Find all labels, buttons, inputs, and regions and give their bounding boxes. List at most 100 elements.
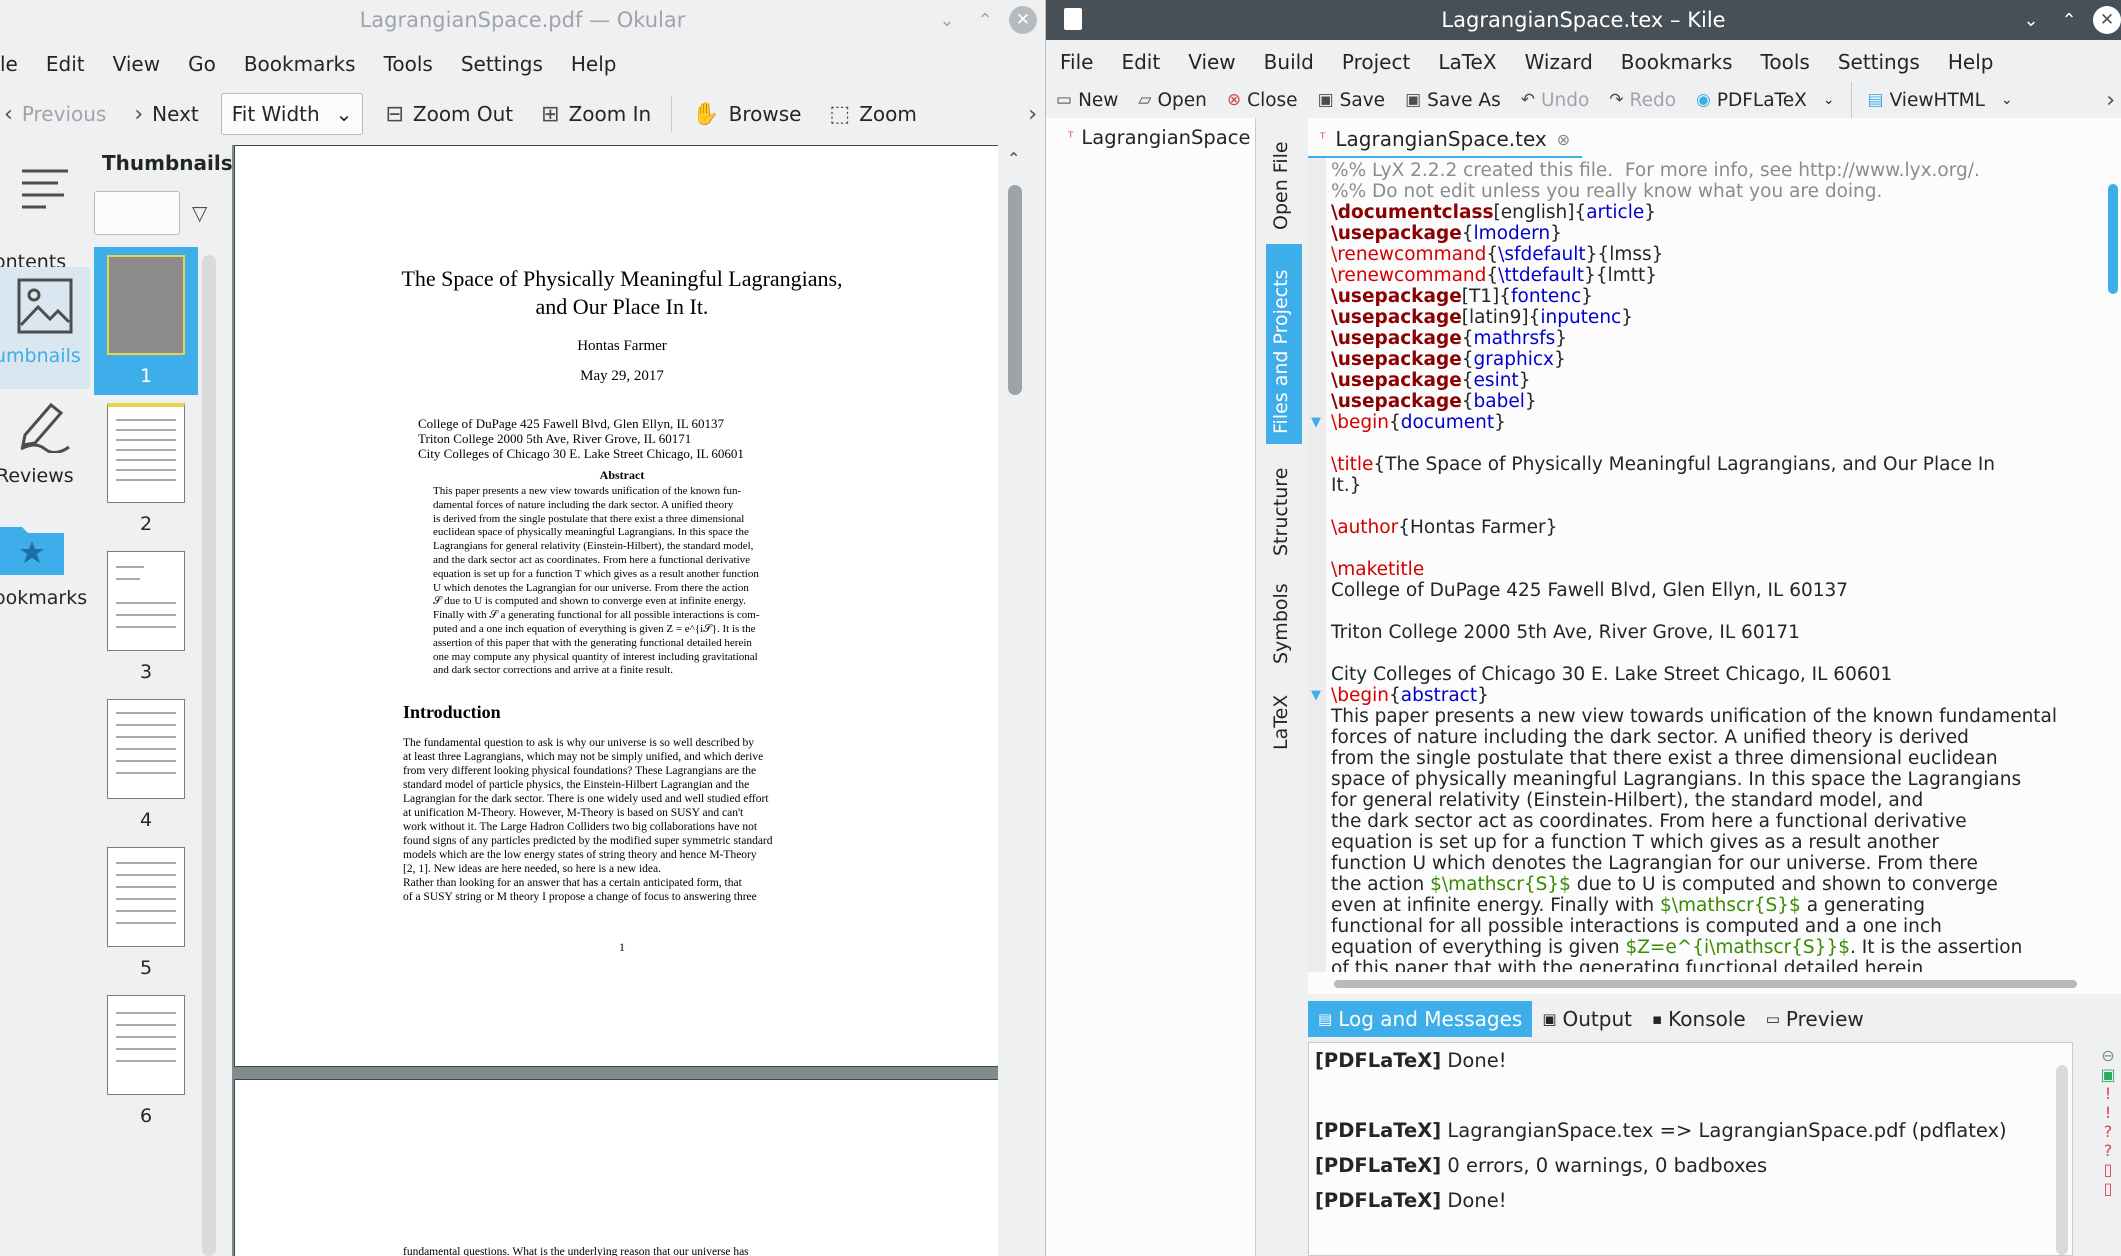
vtab-symbols[interactable]: Symbols [1266,568,1302,676]
thumbnail-page-5[interactable]: 5 [94,839,198,987]
editor-scrollbar[interactable] [2105,158,2121,938]
menu-help[interactable]: Help [1934,50,2008,74]
zoom-tool-button[interactable]: ⬚ Zoom [815,92,930,136]
thumbnails-scrollbar[interactable] [202,255,216,1256]
zoom-in-button[interactable]: ⊞ Zoom In [527,92,665,136]
viewhtml-button[interactable]: ▤ ViewHTML ⌄ [1858,78,2023,122]
minimize-icon[interactable]: ⌄ [933,6,961,34]
fold-toggle-icon[interactable]: ▼ [1311,412,1321,433]
warning-icon[interactable]: ! [2095,1084,2121,1103]
chevron-down-icon[interactable]: ⌄ [2001,92,2013,108]
code-token: \maketitle [1331,559,1425,580]
scrollbar-handle[interactable] [1008,185,1022,395]
save-button[interactable]: ▣ Save [1308,78,1395,122]
vtab-files-and-projects[interactable]: Files and Projects [1266,244,1302,444]
scrollbar-handle[interactable] [2108,184,2118,294]
help-icon[interactable]: ? [2095,1122,2121,1141]
code-line: \usepackage[T1]{fontenc} [1331,286,2099,307]
close-icon[interactable]: ✕ [2093,6,2121,34]
tab-output[interactable]: ▣ Output [1532,1001,1642,1037]
vtab-latex[interactable]: LaTeX [1266,678,1302,774]
pdflatex-button[interactable]: ◉ PDFLaTeX ⌄ [1686,78,1844,122]
hscrollbar-handle[interactable] [1334,980,2077,988]
paper-title-line-2: and Our Place In It. [535,294,709,319]
menu-settings[interactable]: Settings [1824,50,1934,74]
image-icon[interactable]: ▣ [2095,1065,2121,1084]
zoom-mode-select[interactable]: Fit Width ⌄ [220,93,364,135]
code-token: This paper presents a new view towards u… [1331,706,2058,727]
close-tab-icon[interactable]: ⊗ [1557,130,1570,149]
toolbar-overflow-button[interactable]: › [2100,78,2121,122]
thumbnails-search-input[interactable] [94,191,180,235]
side-tab-contents[interactable]: ontents [0,163,90,273]
collapse-icon[interactable]: ⊖ [2095,1046,2121,1065]
menu-latex[interactable]: LaTeX [1424,50,1510,74]
tab-preview[interactable]: ▭ Preview [1756,1001,1874,1037]
redo-button[interactable]: ↷ Redo [1599,78,1686,122]
menu-bookmarks[interactable]: Bookmarks [1607,50,1747,74]
code-line: \begin{abstract} [1331,685,2099,706]
menu-go[interactable]: Go [174,52,230,76]
editor-hscrollbar[interactable] [1326,978,2099,990]
vtab-structure[interactable]: Structure [1266,454,1302,560]
page-view-scrollbar[interactable]: ⌃ [998,145,1032,1256]
log-scrollbar[interactable] [2056,1065,2068,1255]
close-file-button[interactable]: ⊗ Close [1217,78,1308,122]
side-tab-thumbnails[interactable]: umbnails [0,267,90,389]
bookmark-icon[interactable]: ▯ [2095,1179,2121,1198]
menu-build[interactable]: Build [1250,50,1328,74]
thumbnail-page-3[interactable]: 3 [94,543,198,691]
scroll-up-icon[interactable]: ⌃ [1007,149,1020,168]
menu-settings[interactable]: Settings [447,52,557,76]
menu-view[interactable]: View [99,52,174,76]
bookmark-icon[interactable]: ▯ [2095,1160,2121,1179]
code-token: \usepackage [1331,223,1462,244]
fold-toggle-icon[interactable]: ▼ [1311,685,1321,706]
side-tab-bookmarks[interactable]: ookmarks [0,517,90,629]
thumbnail-page-1[interactable]: 1 [94,247,198,395]
menu-file[interactable]: le [0,52,32,76]
code-editor[interactable]: ▼ ▼ %% LyX 2.2.2 created this file. For … [1308,158,2099,972]
close-icon[interactable]: ✕ [1009,6,1037,34]
vtab-open-file[interactable]: Open File [1266,118,1302,236]
minimize-icon[interactable]: ⌄ [2017,6,2045,34]
undo-button[interactable]: ↶ Undo [1511,78,1600,122]
menu-help[interactable]: Help [557,52,631,76]
menu-edit[interactable]: Edit [1107,50,1174,74]
filter-icon[interactable]: ▽ [192,201,207,225]
previous-button[interactable]: ‹ Previous [0,92,120,136]
maximize-icon[interactable]: ⌃ [971,6,999,34]
save-as-button[interactable]: ▣ Save As [1395,78,1511,122]
menu-view[interactable]: View [1174,50,1249,74]
thumbnail-page-6[interactable]: 6 [94,987,198,1135]
new-button[interactable]: ▭ New [1046,78,1128,122]
menu-tools[interactable]: Tools [1747,50,1824,74]
tab-konsole[interactable]: ▪ Konsole [1642,1001,1756,1037]
chevron-down-icon[interactable]: ⌄ [1823,92,1835,108]
code-line: \usepackage{babel} [1331,391,2099,412]
browse-button[interactable]: ✋ Browse [678,92,815,136]
menu-file[interactable]: File [1046,50,1107,74]
code-token: even at infinite energy. Finally with [1331,895,1661,916]
menu-wizard[interactable]: Wizard [1511,50,1607,74]
error-icon[interactable]: ! [2095,1103,2121,1122]
tab-log-and-messages[interactable]: ▤ Log and Messages [1308,1001,1533,1037]
help-icon[interactable]: ? [2095,1141,2121,1160]
open-button[interactable]: ▱ Open [1128,78,1217,122]
code-token: } [1550,223,1562,244]
editor-tab[interactable]: ᵀ LagrangianSpace.tex ⊗ [1308,122,1583,158]
menu-bookmarks[interactable]: Bookmarks [230,52,370,76]
thumbnail-page-4[interactable]: 4 [94,691,198,839]
toolbar-overflow-button[interactable]: › [1014,92,1045,136]
menu-edit[interactable]: Edit [32,52,99,76]
zoom-out-icon: ⊟ [385,101,404,127]
zoom-out-button[interactable]: ⊟ Zoom Out [371,92,527,136]
toolbar-separator [671,96,673,132]
menu-tools[interactable]: Tools [370,52,447,76]
menu-project[interactable]: Project [1328,50,1424,74]
side-tab-reviews[interactable]: Reviews [0,397,90,509]
next-button[interactable]: › Next [120,92,212,136]
thumbnail-page-2[interactable]: 2 [94,395,198,543]
project-item[interactable]: ᵀ LagrangianSpace [1068,126,1250,149]
maximize-icon[interactable]: ⌃ [2055,6,2083,34]
